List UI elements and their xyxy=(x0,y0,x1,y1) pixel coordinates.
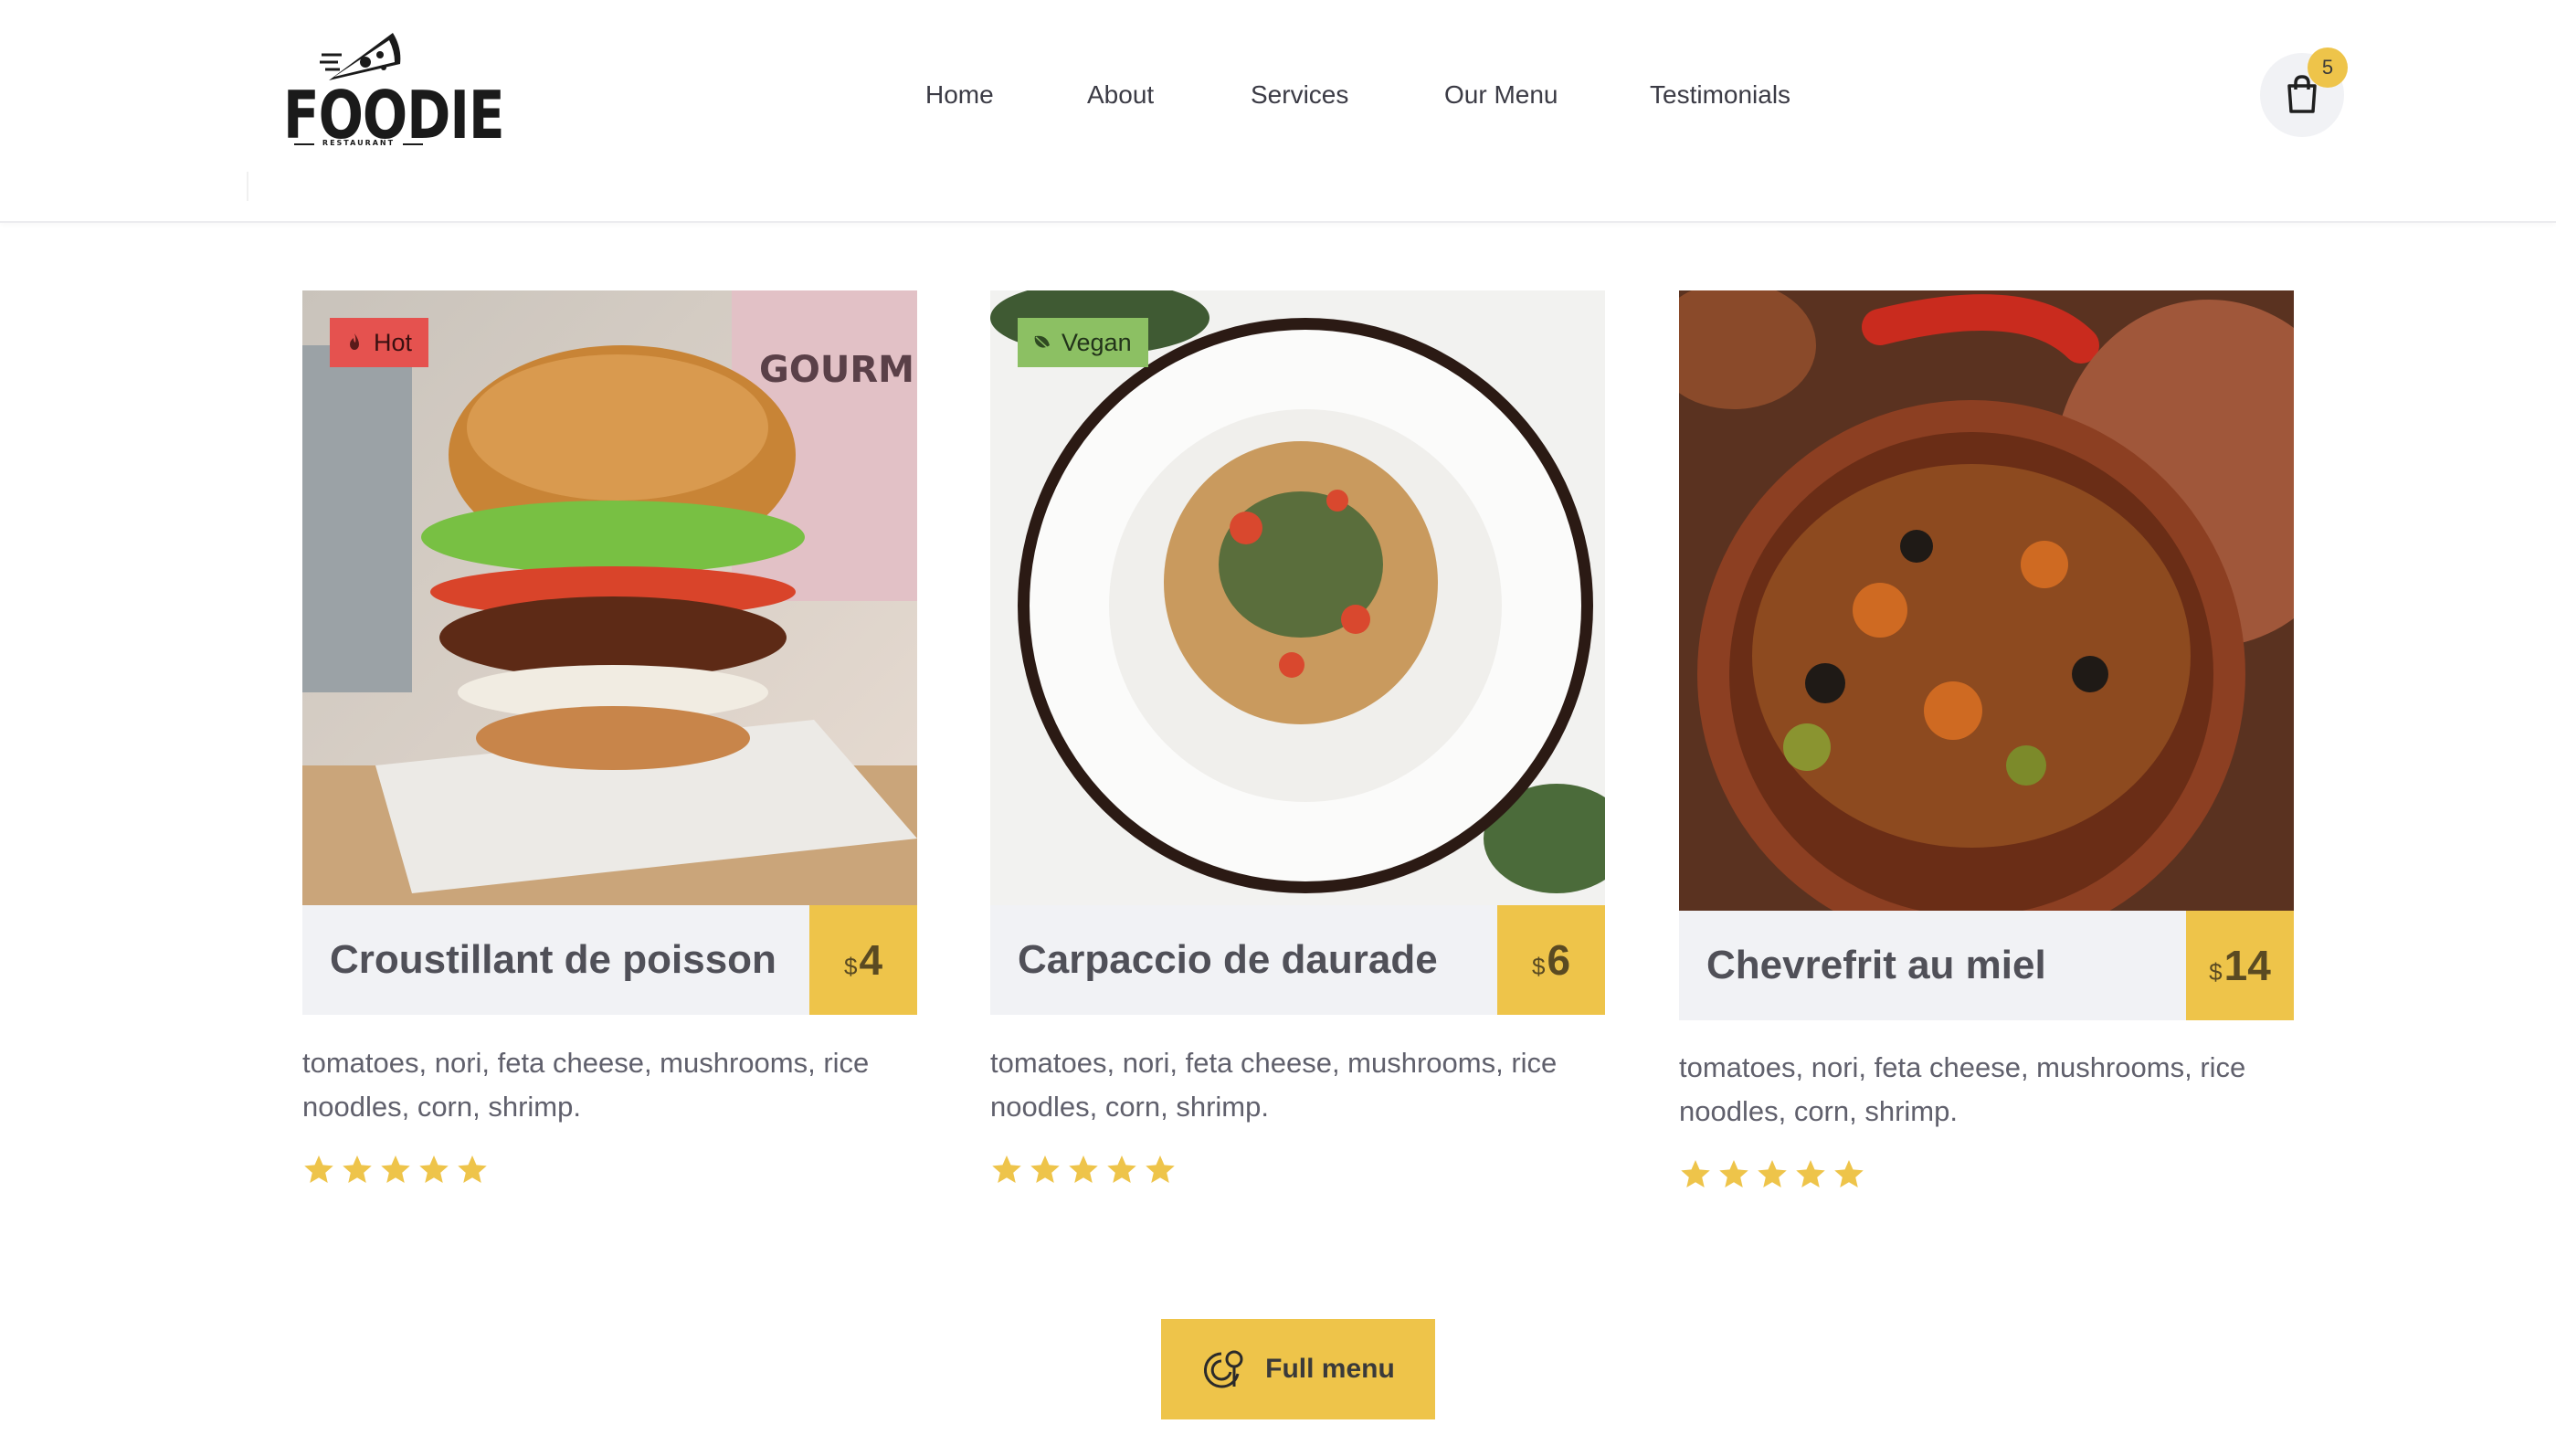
star-icon xyxy=(381,1155,410,1183)
price-value: 6 xyxy=(1547,936,1571,984)
leaf-icon xyxy=(1034,335,1050,349)
page: FOODIE RESTAURANT Home About Services Ou… xyxy=(0,0,2556,1456)
burger-photo: GOURMET Hot xyxy=(302,290,917,905)
card-title-bar: Croustillant de poisson $ 4 xyxy=(302,905,917,1015)
nav-item-testimonials[interactable]: Testimonials xyxy=(1650,80,1790,110)
brand-logo[interactable]: FOODIE RESTAURANT xyxy=(283,27,505,155)
tagine-stew-photo xyxy=(1679,290,2294,911)
hot-badge: Hot xyxy=(330,318,429,367)
vegan-badge: Vegan xyxy=(1018,318,1148,367)
price-value: 4 xyxy=(859,936,883,984)
price-value: 14 xyxy=(2223,942,2271,989)
star-icon xyxy=(992,1155,1021,1183)
rating-stars xyxy=(990,1153,1182,1189)
full-menu-button[interactable]: Full menu xyxy=(1161,1319,1435,1419)
nav-item-about[interactable]: About xyxy=(1087,80,1154,110)
svg-text:GOURMET: GOURMET xyxy=(759,349,917,391)
logo-rule-right xyxy=(403,143,423,145)
dish-description: tomatoes, nori, feta cheese, mushrooms, … xyxy=(302,1047,870,1123)
price-currency: $ xyxy=(1531,952,1546,980)
nav-item-home[interactable]: Home xyxy=(925,80,994,110)
star-icon xyxy=(419,1155,449,1183)
badge-label: Vegan xyxy=(1061,328,1132,356)
dish-icon xyxy=(1204,1350,1243,1388)
price-currency: $ xyxy=(2209,957,2223,986)
nav-item-our-menu[interactable]: Our Menu xyxy=(1444,80,1558,110)
cart-count-badge: 5 xyxy=(2308,47,2348,88)
price-tag: $ 6 xyxy=(1497,905,1605,1015)
card-title-bar: Carpaccio de daurade $ 6 xyxy=(990,905,1605,1015)
price-tag: $ 14 xyxy=(2186,911,2294,1020)
star-icon xyxy=(1107,1155,1136,1183)
star-icon xyxy=(458,1155,487,1183)
dish-name: Carpaccio de daurade xyxy=(1018,937,1438,982)
nav-item-services[interactable]: Services xyxy=(1251,80,1348,110)
rating-stars xyxy=(1679,1157,1871,1194)
star-icon xyxy=(343,1155,372,1183)
site-header: FOODIE RESTAURANT Home About Services Ou… xyxy=(0,0,2556,223)
dish-name: Croustillant de poisson xyxy=(330,937,776,982)
rating-stars xyxy=(302,1153,494,1189)
price-tag: $ 4 xyxy=(809,905,917,1015)
flame-icon xyxy=(350,333,359,350)
price-currency: $ xyxy=(843,952,858,980)
dish-description: tomatoes, nori, feta cheese, mushrooms, … xyxy=(1679,1051,2246,1127)
pasta-plate-photo: Vegan xyxy=(990,290,1605,905)
star-icon xyxy=(1719,1160,1748,1187)
star-icon xyxy=(1758,1160,1787,1187)
star-icon xyxy=(1146,1155,1175,1183)
card-title-bar: Chevrefrit au miel $ 14 xyxy=(1679,911,2294,1020)
star-icon xyxy=(1796,1160,1825,1187)
star-icon xyxy=(304,1155,333,1183)
star-icon xyxy=(1834,1160,1864,1187)
header-divider xyxy=(247,172,248,201)
star-icon xyxy=(1069,1155,1098,1183)
full-menu-label: Full menu xyxy=(1265,1354,1395,1384)
star-icon xyxy=(1030,1155,1060,1183)
star-icon xyxy=(1681,1160,1710,1187)
dish-description: tomatoes, nori, feta cheese, mushrooms, … xyxy=(990,1047,1558,1123)
badge-label: Hot xyxy=(374,328,413,356)
dish-name: Chevrefrit au miel xyxy=(1706,943,2046,987)
